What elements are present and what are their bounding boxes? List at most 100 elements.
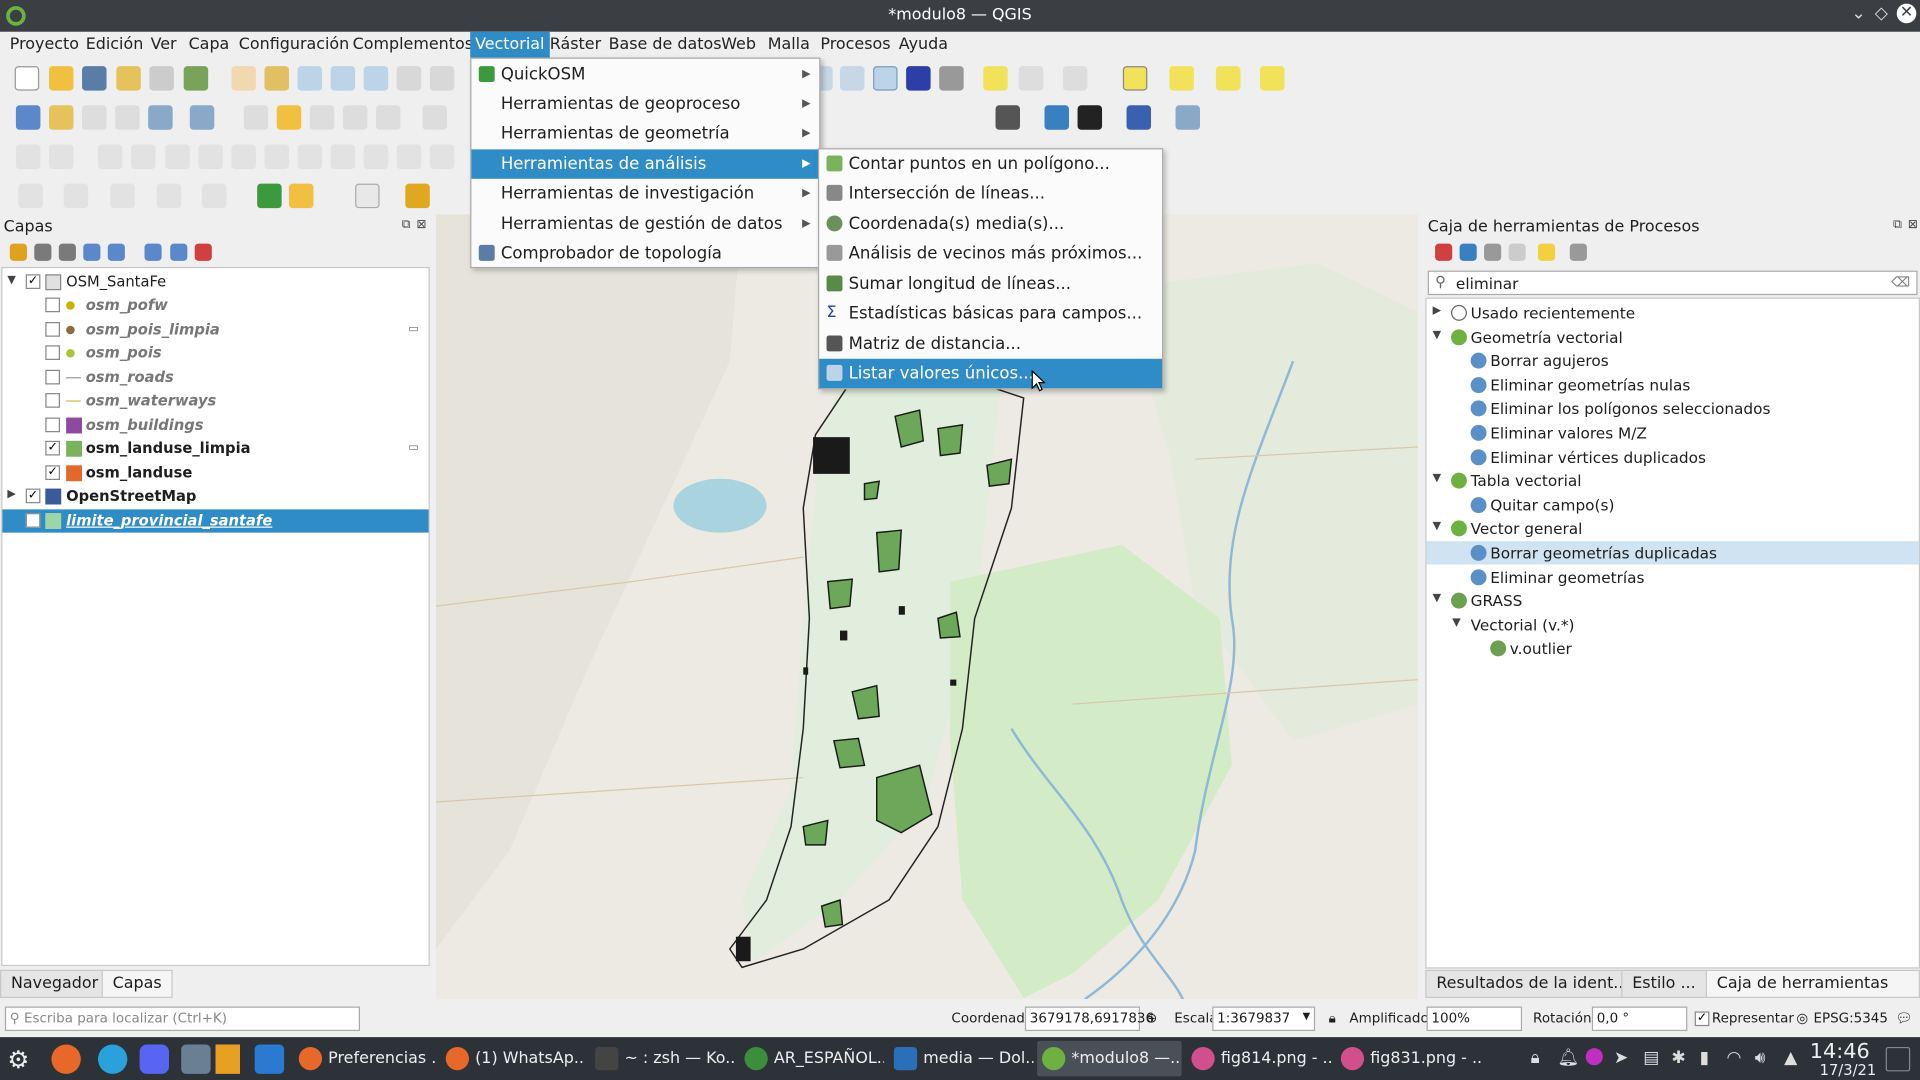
task-preferencias[interactable]: Preferencias ... xyxy=(294,1041,437,1077)
menu-procesos[interactable]: Procesos xyxy=(816,32,896,58)
profile-tool-icon[interactable] xyxy=(355,183,380,209)
discord-icon[interactable] xyxy=(139,1044,169,1074)
plugin-icon[interactable] xyxy=(1175,105,1201,130)
layer-row-osm-pois-limpia[interactable]: osm_pois_limpia ▭ xyxy=(2,318,428,341)
close-panel-icon[interactable]: ⊠ xyxy=(416,218,426,231)
chevron-down-icon[interactable]: ▼ xyxy=(1303,1010,1311,1021)
processing-tree-item[interactable]: ▼ Tabla vectorial xyxy=(1427,469,1919,492)
layer-checkbox[interactable] xyxy=(45,297,61,313)
telegram-icon[interactable] xyxy=(97,1044,128,1074)
close-panel-icon[interactable]: ⊠ xyxy=(1908,218,1918,231)
maximize-icon[interactable]: ◇ xyxy=(1875,4,1888,24)
task-chrome[interactable]: AR_ESPAÑOL... xyxy=(740,1041,884,1077)
menu-complementos[interactable]: Complementos xyxy=(348,32,478,58)
collapse-arrow-icon[interactable]: ▼ xyxy=(1433,593,1441,605)
rotation-field[interactable]: 0,0 ° xyxy=(1591,1006,1688,1032)
processing-tree-item[interactable]: Eliminar valores M/Z xyxy=(1427,421,1919,444)
magnifier-field[interactable]: 100% xyxy=(1426,1006,1523,1032)
processing-tree-item[interactable]: Eliminar geometrías xyxy=(1427,565,1919,588)
processing-toolbox-icon[interactable] xyxy=(873,66,898,91)
select-by-value-icon[interactable] xyxy=(1169,66,1194,91)
layer-checkbox[interactable]: ✓ xyxy=(25,488,41,504)
deselect-icon[interactable] xyxy=(1215,66,1241,91)
battery-icon[interactable]: ▮ xyxy=(1700,1048,1709,1068)
remove-layer-icon[interactable] xyxy=(194,243,212,261)
edit-features-icon[interactable] xyxy=(1537,243,1556,261)
zoom-in-icon[interactable] xyxy=(297,66,323,91)
measure-icon[interactable] xyxy=(939,66,964,91)
layer-checkbox[interactable] xyxy=(45,417,61,433)
split-icon[interactable] xyxy=(264,144,289,169)
move-label-icon[interactable] xyxy=(156,183,182,209)
new-geopackage-icon[interactable] xyxy=(48,105,74,130)
processing-tree-item[interactable]: ▼ Vectorial (v.*) xyxy=(1427,613,1919,636)
layer-row-limite-provincial-santafe[interactable]: limite_provincial_santafe xyxy=(2,509,429,533)
layer-checkbox[interactable] xyxy=(45,369,61,385)
rotate-icon[interactable] xyxy=(330,144,356,169)
processing-tree-item[interactable]: ▼ GRASS xyxy=(1427,589,1919,612)
menu-item-estadisticas[interactable]: Σ Estadísticas básicas para campos... xyxy=(819,299,1162,328)
layer-row-osm-landuse-limpia[interactable]: ✓ osm_landuse_limpia ▭ xyxy=(2,437,428,460)
task-dolphin[interactable]: media — Dol... xyxy=(889,1041,1033,1077)
memory-layer-icon[interactable]: ▭ xyxy=(408,442,418,454)
menu-capa[interactable]: Capa xyxy=(184,32,235,58)
digitize-icon[interactable] xyxy=(15,144,41,169)
metasearch-icon[interactable] xyxy=(995,105,1021,130)
new-print-layout-icon[interactable] xyxy=(116,66,141,91)
processing-tree-item[interactable]: ▶ Usado recientemente xyxy=(1427,301,1919,324)
task-fig831[interactable]: fig831.png - ... xyxy=(1336,1041,1483,1077)
identify-icon[interactable] xyxy=(1018,66,1044,91)
volume-icon[interactable]: 🔊︎ xyxy=(1755,1048,1766,1068)
processing-tree-item[interactable]: Eliminar vértices duplicados xyxy=(1427,445,1919,468)
python-console-icon[interactable] xyxy=(1044,105,1069,130)
notifications-icon[interactable]: 🔔︎ xyxy=(1558,1048,1580,1068)
telegram-tray-icon[interactable]: ➤ xyxy=(1614,1048,1628,1068)
processing-tree-item[interactable]: Eliminar geometrías nulas xyxy=(1427,373,1919,396)
filter-expression-icon[interactable] xyxy=(107,243,125,261)
sublime-icon[interactable] xyxy=(215,1044,241,1074)
wifi-icon[interactable]: ◠ xyxy=(1727,1048,1742,1068)
float-panel-icon[interactable]: ⧉ xyxy=(402,218,411,231)
zoom-layer-icon[interactable] xyxy=(429,66,455,91)
clipboard-icon[interactable]: ▤ xyxy=(1643,1048,1659,1068)
menu-configuracion[interactable]: Configuración xyxy=(234,32,354,58)
zoom-full-icon[interactable] xyxy=(363,66,389,91)
menu-web[interactable]: Web xyxy=(716,32,761,58)
open-project-icon[interactable] xyxy=(48,66,74,91)
open-styling-icon[interactable] xyxy=(9,243,27,261)
layer-row-osm-landuse[interactable]: ✓ osm_landuse xyxy=(2,462,428,485)
data-source-manager-icon[interactable] xyxy=(15,105,41,130)
map-tips-icon[interactable] xyxy=(983,66,1008,91)
filter-legend-icon[interactable] xyxy=(83,243,101,261)
processing-tree-item[interactable]: v.outlier xyxy=(1427,637,1919,660)
menu-item-sumar-longitud[interactable]: Sumar longitud de líneas... xyxy=(819,269,1162,298)
menu-item-matriz-distancia[interactable]: Matriz de distancia... xyxy=(819,329,1162,358)
show-desktop-icon[interactable] xyxy=(1885,1046,1911,1072)
tab-processing-toolbox[interactable]: Caja de herramientas de ... xyxy=(1705,969,1920,1019)
field-calculator-icon[interactable] xyxy=(840,66,865,91)
processing-tree-item[interactable]: Borrar geometrías duplicadas xyxy=(1426,541,1919,565)
globe-icon[interactable] xyxy=(1077,105,1103,130)
vertex-tool-icon[interactable] xyxy=(375,105,401,130)
manage-themes-icon[interactable] xyxy=(58,243,76,261)
bluetooth-icon[interactable]: ✱ xyxy=(1671,1048,1685,1068)
float-panel-icon[interactable]: ⧉ xyxy=(1893,218,1902,231)
layer-row-osm-pois[interactable]: osm_pois xyxy=(2,342,428,365)
processing-tree-item[interactable]: ▼ Vector general xyxy=(1427,517,1919,540)
toggle-editing-icon[interactable] xyxy=(276,105,302,130)
pin-labels-icon[interactable] xyxy=(63,183,89,209)
new-spatialite-icon[interactable] xyxy=(115,105,140,130)
menu-item-listar-valores[interactable]: Listar valores únicos... xyxy=(819,358,1163,389)
menu-item-analisis[interactable]: Herramientas de análisis ▶ xyxy=(471,149,820,179)
history-icon[interactable] xyxy=(1484,243,1502,261)
save-project-icon[interactable] xyxy=(82,66,107,91)
modify-attributes-icon[interactable] xyxy=(422,105,447,130)
app-launcher-icon[interactable]: ⚙ xyxy=(7,1044,29,1073)
expand-arrow-icon[interactable]: ▶ xyxy=(1433,305,1441,317)
collapse-arrow-icon[interactable]: ▼ xyxy=(1433,521,1441,533)
fill-ring-icon[interactable] xyxy=(429,144,455,169)
layer-row-osm-pofw[interactable]: osm_pofw xyxy=(2,294,428,317)
reshape-icon[interactable] xyxy=(231,144,256,169)
menu-item-gestion-datos[interactable]: Herramientas de gestión de datos ▶ xyxy=(471,209,819,238)
menu-item-coordenada-media[interactable]: Coordenada(s) media(s)... xyxy=(819,209,1162,238)
